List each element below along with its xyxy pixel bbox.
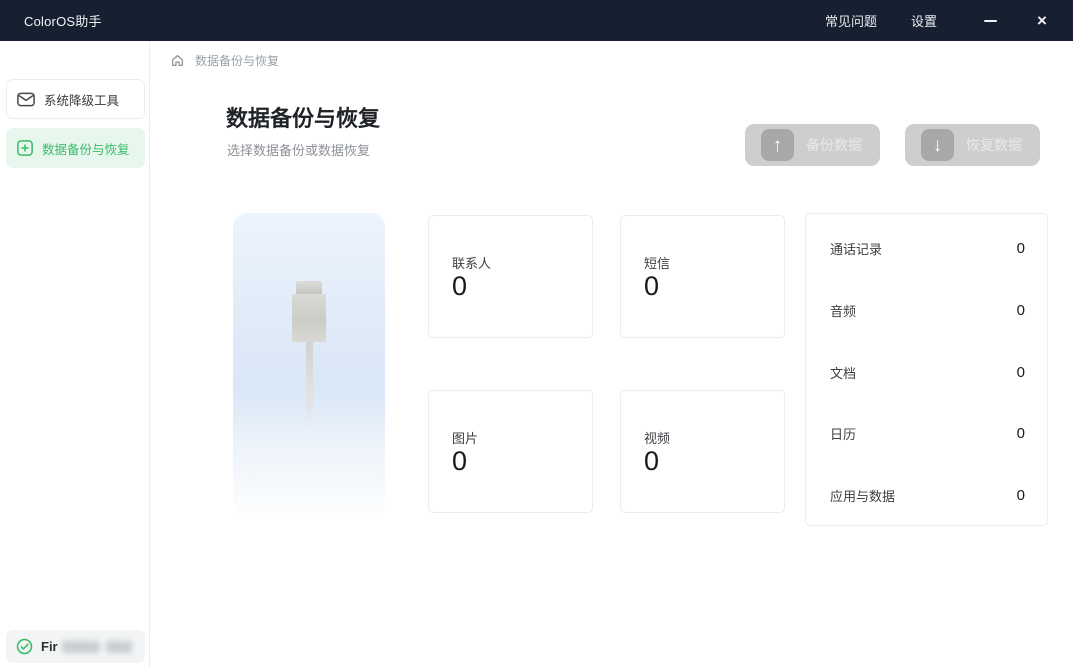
list-item-value: 0 <box>1017 364 1025 381</box>
stat-card-sms[interactable]: 短信 0 <box>620 215 785 338</box>
arrow-up-icon: ↑ <box>761 129 794 161</box>
list-item-label: 音频 <box>830 301 856 320</box>
stat-card-contacts[interactable]: 联系人 0 <box>428 215 593 338</box>
usb-plug-graphic <box>233 281 385 428</box>
page-title: 数据备份与恢复 <box>226 101 380 133</box>
page-subtitle: 选择数据备份或数据恢复 <box>227 140 370 159</box>
detail-list-card: 通话记录 0 音频 0 文档 0 日历 0 应用与数据 0 <box>805 213 1048 526</box>
app-title: ColorOS助手 <box>24 11 102 30</box>
stat-value: 0 <box>452 271 467 302</box>
usb-cable-illustration <box>233 213 385 517</box>
list-item-calendar[interactable]: 日历 0 <box>830 424 1025 443</box>
arrow-down-icon: ↓ <box>921 129 954 161</box>
redacted-device-name <box>62 641 100 653</box>
sidebar-item-label: 数据备份与恢复 <box>42 139 130 158</box>
stat-value: 0 <box>644 446 659 477</box>
home-icon[interactable] <box>170 53 185 68</box>
connected-device-status[interactable]: Fir <box>6 630 145 663</box>
list-item-value: 0 <box>1017 487 1025 504</box>
stat-label: 联系人 <box>452 253 491 272</box>
stat-value: 0 <box>644 271 659 302</box>
list-item-label: 文档 <box>830 363 856 382</box>
breadcrumb-label: 数据备份与恢复 <box>195 52 279 69</box>
sidebar-item-label: 系统降级工具 <box>44 90 119 109</box>
downgrade-tool-icon <box>17 92 35 107</box>
settings-menu-item[interactable]: 设置 <box>911 11 937 30</box>
list-item-documents[interactable]: 文档 0 <box>830 363 1025 382</box>
stat-label: 图片 <box>452 428 478 447</box>
list-item-label: 日历 <box>830 424 856 443</box>
main-content: 数据备份与恢复 数据备份与恢复 选择数据备份或数据恢复 ↑ 备份数据 ↓ 恢复数… <box>151 41 1073 667</box>
titlebar: ColorOS助手 常见问题 设置 × <box>0 0 1073 41</box>
list-item-value: 0 <box>1017 425 1025 442</box>
device-name-partial: Fir <box>41 639 58 654</box>
stat-card-pictures[interactable]: 图片 0 <box>428 390 593 513</box>
minimize-icon <box>984 20 997 22</box>
sidebar-item-system-downgrade[interactable]: 系统降级工具 <box>6 79 145 119</box>
list-item-audio[interactable]: 音频 0 <box>830 301 1025 320</box>
breadcrumb: 数据备份与恢复 <box>170 52 279 69</box>
close-icon: × <box>1037 12 1047 29</box>
sidebar: 系统降级工具 数据备份与恢复 Fir <box>0 41 150 667</box>
list-item-label: 应用与数据 <box>830 486 895 505</box>
titlebar-actions: 常见问题 设置 × <box>825 10 1053 32</box>
sidebar-item-data-backup-restore[interactable]: 数据备份与恢复 <box>6 128 145 168</box>
minimize-button[interactable] <box>979 10 1001 32</box>
stat-label: 短信 <box>644 253 670 272</box>
redacted-device-name <box>106 641 132 653</box>
backup-restore-icon <box>17 140 33 156</box>
app-window: ColorOS助手 常见问题 设置 × 系统降级工具 <box>0 0 1073 667</box>
list-item-value: 0 <box>1017 240 1025 257</box>
stat-value: 0 <box>452 446 467 477</box>
list-item-apps-and-data[interactable]: 应用与数据 0 <box>830 486 1025 505</box>
faq-menu-item[interactable]: 常见问题 <box>825 11 877 30</box>
stat-label: 视频 <box>644 428 670 447</box>
restore-data-button[interactable]: ↓ 恢复数据 <box>905 124 1040 166</box>
close-button[interactable]: × <box>1031 10 1053 32</box>
backup-data-button[interactable]: ↑ 备份数据 <box>745 124 880 166</box>
list-item-call-log[interactable]: 通话记录 0 <box>830 239 1025 258</box>
restore-button-label: 恢复数据 <box>954 135 1040 155</box>
stat-card-videos[interactable]: 视频 0 <box>620 390 785 513</box>
backup-button-label: 备份数据 <box>794 135 880 155</box>
check-circle-icon <box>16 638 33 655</box>
list-item-label: 通话记录 <box>830 239 882 258</box>
list-item-value: 0 <box>1017 302 1025 319</box>
window-controls: × <box>979 10 1053 32</box>
